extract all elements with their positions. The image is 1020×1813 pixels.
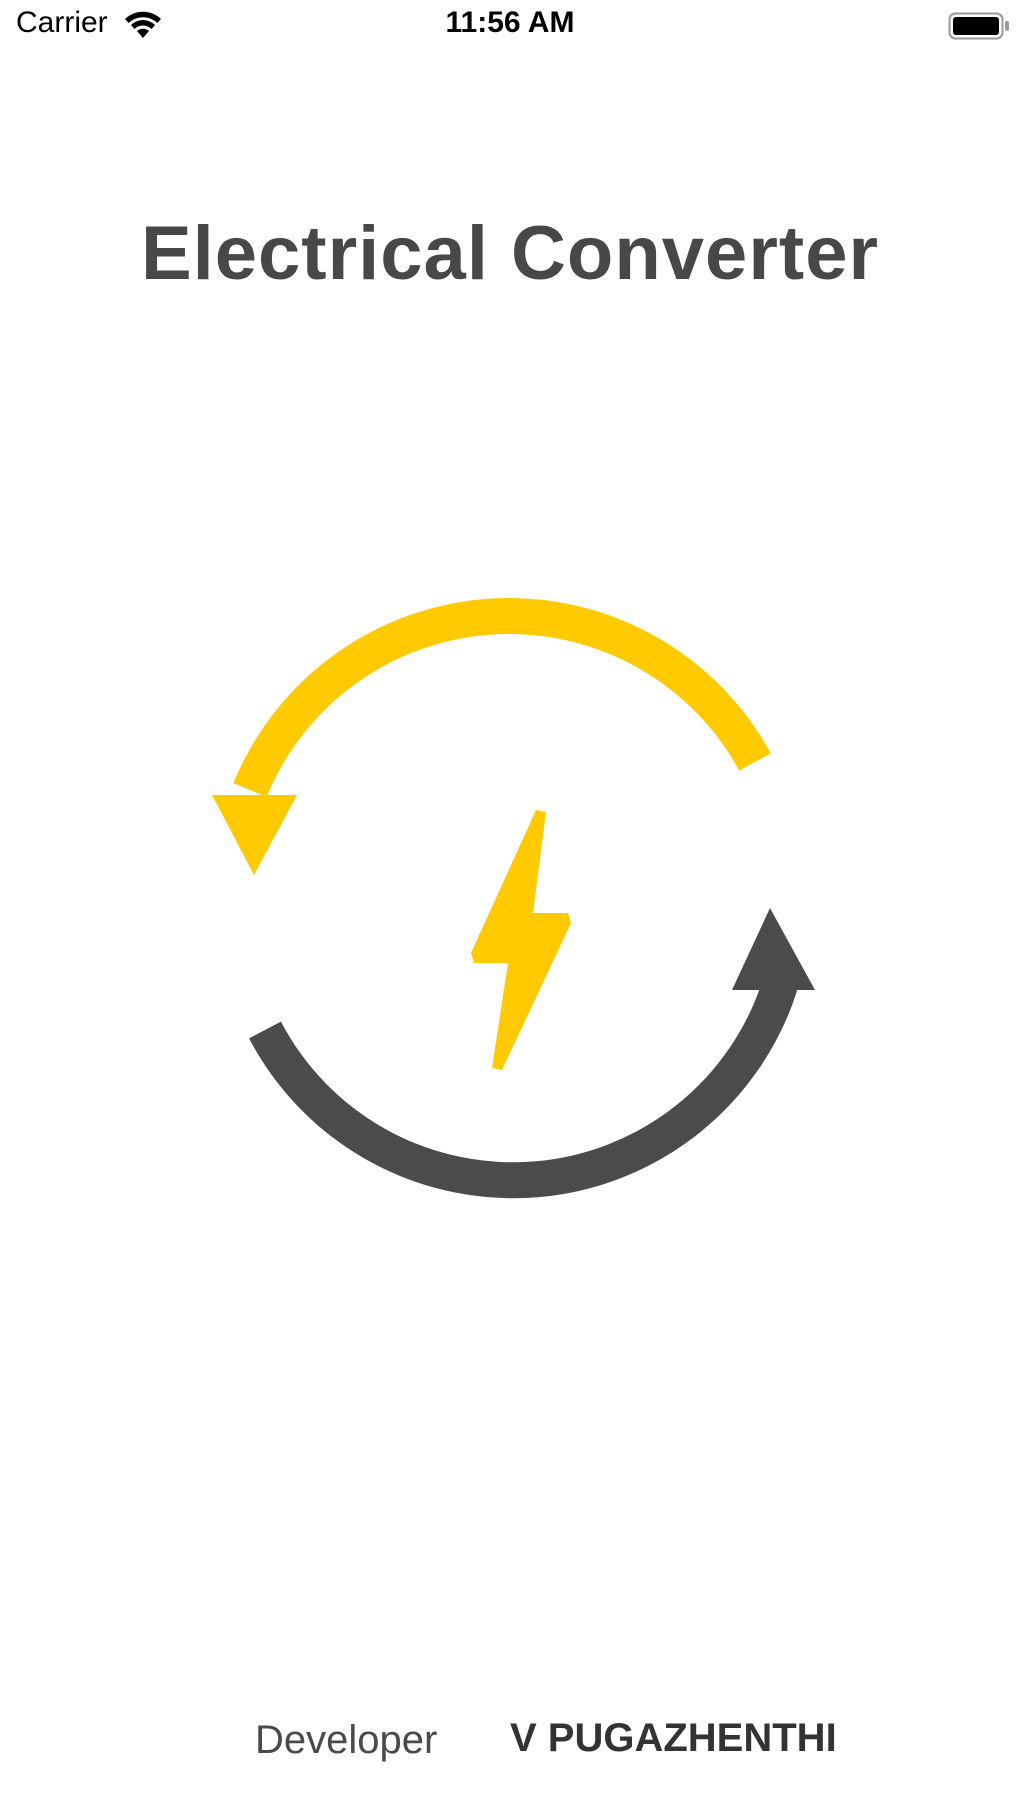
developer-name: V PUGAZHENTHI <box>510 1716 837 1760</box>
electrical-convert-cycle-icon <box>212 598 815 1199</box>
yellow-arc <box>233 598 771 797</box>
yellow-arrowhead-icon <box>212 795 297 875</box>
status-bar: Carrier 11:56 AM <box>0 0 1020 54</box>
status-time: 11:56 AM <box>445 6 575 39</box>
splash-screen: Carrier 11:56 AM Electrical Converter De… <box>0 0 1020 1813</box>
app-title: Electrical Converter <box>140 211 880 296</box>
dark-arrowhead-icon <box>732 908 815 990</box>
lightning-bolt-icon <box>471 810 571 1070</box>
developer-label: Developer <box>255 1718 438 1762</box>
battery-icon <box>948 12 1009 40</box>
